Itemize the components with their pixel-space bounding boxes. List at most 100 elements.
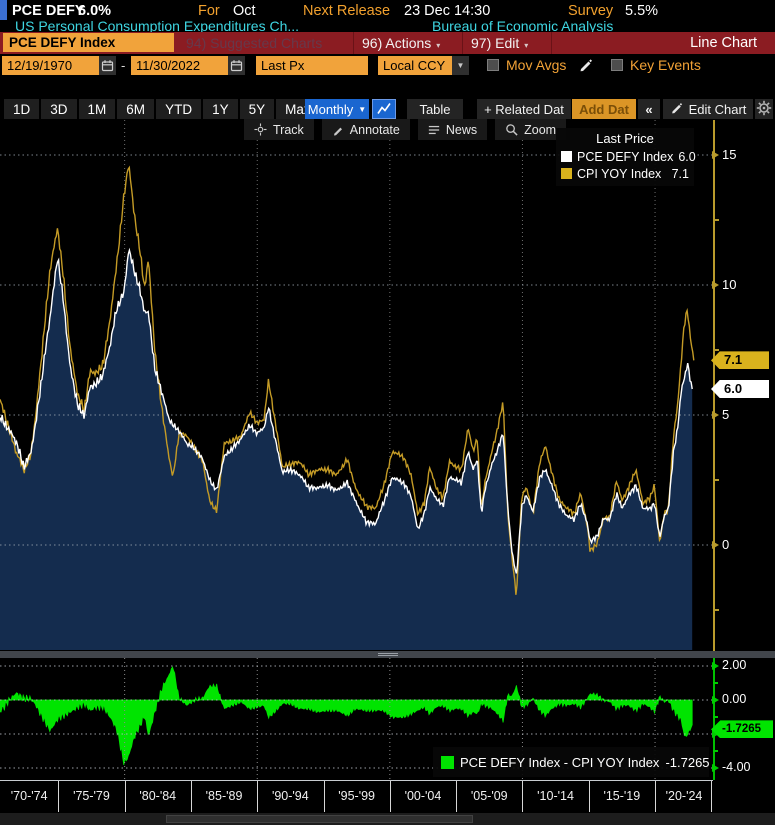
legend-series-value: 6.0 bbox=[678, 150, 695, 164]
zoom-icon bbox=[505, 123, 518, 136]
edit-chart-button[interactable]: Edit Chart bbox=[663, 99, 753, 119]
survey-value: 5.5% bbox=[625, 3, 658, 20]
tool-button-label: Track bbox=[273, 123, 304, 137]
menubar-divider bbox=[353, 32, 354, 54]
pencil-icon[interactable] bbox=[578, 57, 593, 77]
chevron-down-icon: ▾ bbox=[436, 41, 440, 50]
legend-series-name: CPI YOY Index bbox=[577, 167, 661, 181]
tool-button-label: Zoom bbox=[524, 123, 556, 137]
track-icon bbox=[254, 123, 267, 136]
legend-swatch bbox=[561, 151, 572, 162]
date-from-input[interactable]: 12/19/1970 bbox=[2, 56, 99, 75]
tool-button-label: Annotate bbox=[350, 123, 400, 137]
release-label: Next Release bbox=[303, 3, 390, 20]
collapse-button[interactable]: « bbox=[638, 99, 660, 119]
pencil-icon bbox=[670, 101, 683, 117]
chevron-down-icon: ▼ bbox=[358, 105, 366, 114]
panel-splitter[interactable] bbox=[0, 651, 775, 658]
related-data-button[interactable]: + Related Dat bbox=[477, 99, 571, 119]
main-minor-tick bbox=[713, 609, 719, 611]
key-events-checkbox[interactable] bbox=[611, 59, 623, 71]
range-button-ytd[interactable]: YTD bbox=[156, 99, 201, 119]
x-axis-label: '75-'79 bbox=[58, 789, 124, 803]
period-select[interactable]: Monthly▼ bbox=[305, 99, 369, 119]
spread-legend-value: -1.7265 bbox=[665, 755, 709, 770]
main-tick-arrow-icon bbox=[712, 541, 719, 549]
lower-minor-tick bbox=[713, 716, 718, 718]
x-axis-label: '70-'74 bbox=[0, 789, 62, 803]
ticker-input[interactable]: PCE DEFY Index bbox=[3, 33, 174, 52]
spread-swatch bbox=[441, 756, 454, 769]
x-axis-labels: '70-'74'75-'79'80-'84'85-'89'90-'94'95-'… bbox=[0, 781, 775, 812]
tool-button-news[interactable]: News bbox=[418, 119, 487, 140]
chevron-down-icon[interactable]: ▼ bbox=[452, 56, 469, 75]
range-button-1m[interactable]: 1M bbox=[79, 99, 116, 119]
x-axis-label: '80-'84 bbox=[125, 789, 191, 803]
gear-icon bbox=[756, 100, 772, 119]
main-tick-label: 15 bbox=[722, 147, 736, 162]
spread-last-badge: -1.7265 bbox=[711, 720, 773, 738]
splitter-grip-icon bbox=[378, 653, 398, 656]
calendar-icon[interactable] bbox=[228, 56, 245, 75]
x-axis-label: '10-'14 bbox=[523, 789, 589, 803]
currency-select[interactable]: Local CCY bbox=[378, 56, 452, 75]
date-to-input[interactable]: 11/30/2022 bbox=[131, 56, 228, 75]
legend-rows: PCE DEFY Index6.0 CPI YOY Index 7.1 bbox=[561, 148, 689, 182]
mov-avgs-label[interactable]: Mov Avgs bbox=[506, 57, 566, 73]
x-axis-label: '00-'04 bbox=[390, 789, 456, 803]
menu-actions[interactable]: 96) Actions▾ bbox=[362, 35, 440, 51]
x-axis-label: '15-'19 bbox=[589, 789, 655, 803]
tool-button-label: News bbox=[446, 123, 477, 137]
toolbar: 1D3D1M6MYTD1Y5YMax Monthly▼ Table + Rela… bbox=[0, 99, 775, 120]
tool-button-annotate[interactable]: Annotate bbox=[322, 119, 410, 140]
legend-series-value: 7.1 bbox=[672, 167, 689, 181]
menu-edit[interactable]: 97) Edit▾ bbox=[471, 35, 528, 51]
range-button-6m[interactable]: 6M bbox=[117, 99, 154, 119]
last-price-badge: 6.0 bbox=[711, 380, 769, 398]
main-chart-plot[interactable] bbox=[0, 120, 713, 650]
line-chart-type-button[interactable] bbox=[372, 99, 396, 119]
legend-row: PCE DEFY Index6.0 bbox=[561, 148, 689, 165]
menu-suggested-charts[interactable]: 94) Suggested Charts bbox=[186, 35, 322, 51]
x-axis-label: '95-'99 bbox=[324, 789, 390, 803]
main-tick-label: 10 bbox=[722, 277, 736, 292]
range-button-1d[interactable]: 1D bbox=[4, 99, 39, 119]
table-button[interactable]: Table bbox=[407, 99, 463, 119]
chart-tools-row: Track Annotate News Zoom bbox=[244, 119, 566, 140]
x-axis-label: '85-'89 bbox=[191, 789, 257, 803]
lower-tick-arrow-icon bbox=[712, 764, 719, 772]
main-tick-label: 0 bbox=[722, 537, 729, 552]
chart-type-title: Line Chart bbox=[690, 35, 757, 51]
horizontal-scrollbar[interactable] bbox=[0, 813, 775, 825]
line-chart-icon bbox=[377, 101, 391, 118]
lower-tick-arrow-icon bbox=[712, 696, 719, 704]
range-button-group: 1D3D1M6MYTD1Y5YMax bbox=[4, 99, 320, 119]
price-type-select[interactable]: Last Px bbox=[256, 56, 368, 75]
news-icon bbox=[428, 124, 440, 136]
settings-gear-button[interactable] bbox=[755, 99, 773, 119]
main-tick-label: 5 bbox=[722, 407, 729, 422]
range-button-5y[interactable]: 5Y bbox=[240, 99, 275, 119]
range-button-1y[interactable]: 1Y bbox=[203, 99, 238, 119]
legend-swatch bbox=[561, 168, 572, 179]
main-minor-tick bbox=[713, 349, 719, 351]
lower-minor-tick bbox=[713, 750, 718, 752]
main-tick-arrow-icon bbox=[712, 151, 719, 159]
scrollbar-thumb[interactable] bbox=[166, 815, 473, 823]
annotate-icon bbox=[332, 124, 344, 136]
main-minor-tick bbox=[713, 479, 719, 481]
calendar-icon[interactable] bbox=[99, 56, 116, 75]
lower-tick-label: 2.00 bbox=[722, 658, 746, 672]
range-button-3d[interactable]: 3D bbox=[41, 99, 76, 119]
menubar-divider bbox=[462, 32, 463, 54]
spread-legend-label: PCE DEFY Index - CPI YOY Index bbox=[460, 755, 659, 770]
key-events-label[interactable]: Key Events bbox=[630, 57, 701, 73]
mov-avgs-checkbox[interactable] bbox=[487, 59, 499, 71]
lower-tick-label: -4.00 bbox=[722, 760, 751, 774]
add-data-button[interactable]: Add Dat bbox=[572, 99, 636, 119]
lower-tick-arrow-icon bbox=[712, 662, 719, 670]
tool-button-track[interactable]: Track bbox=[244, 119, 314, 140]
x-axis-label: '05-'09 bbox=[456, 789, 522, 803]
legend-row: CPI YOY Index 7.1 bbox=[561, 165, 689, 182]
lower-minor-tick bbox=[713, 682, 718, 684]
